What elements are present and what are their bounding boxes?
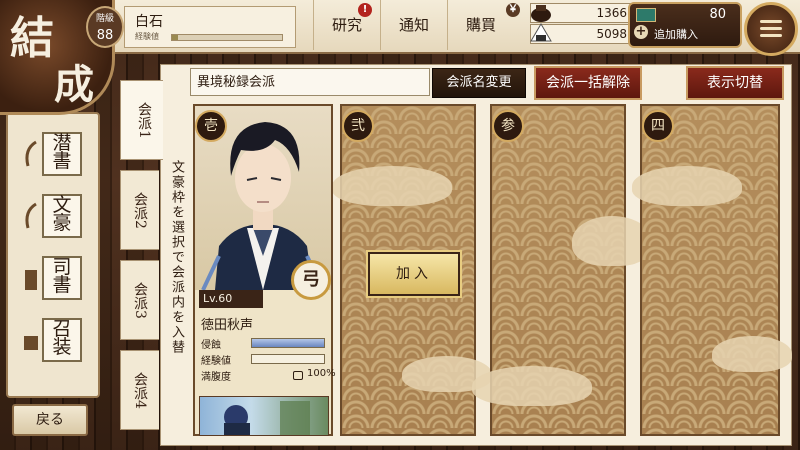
slot-number-4: 四 — [642, 110, 674, 142]
menu-button[interactable] — [744, 2, 798, 56]
back-button[interactable]: 戻る — [12, 404, 88, 436]
shop-label: 購買 — [465, 16, 496, 34]
ink-value: 1366 — [596, 6, 627, 20]
member-slot-4[interactable] — [632, 104, 792, 436]
sidebar-label: 書 — [52, 274, 72, 296]
food-value: 5098 — [596, 27, 627, 41]
xp-label: 経験値 — [135, 32, 159, 41]
quill-icon — [25, 140, 37, 167]
tab-faction-3[interactable]: 会派3 — [120, 260, 159, 340]
member-slot-1[interactable]: 弓 Lv.60 徳田秋声 侵蝕 経験値 満腹度 100% — [193, 104, 336, 436]
title-char-1: 結 — [10, 13, 54, 64]
tab-faction-4[interactable]: 会派4 — [120, 350, 159, 430]
cloud-pattern — [632, 166, 742, 206]
rice-ball-icon — [530, 23, 552, 42]
plus-icon: + — [634, 24, 648, 39]
sidebar-label: 装 — [52, 336, 72, 358]
satiety-label: 満腹度 — [201, 372, 231, 383]
swap-hint: 文豪枠を選択で会派内を入替 — [169, 160, 184, 355]
sidebar-item-sensho[interactable]: 潜書 — [22, 132, 82, 176]
currency-panel[interactable]: 80 + 追加購入 — [628, 2, 742, 48]
player-info: 白石 経験値 — [124, 6, 296, 48]
satiety-value: 100% — [307, 368, 336, 379]
slot-number-3: 参 — [492, 110, 524, 142]
exp-bar — [251, 354, 325, 364]
sidebar-label: 豪 — [52, 212, 72, 234]
currency-value: 80 — [709, 7, 726, 22]
erosion-bar-fill — [252, 339, 324, 347]
disband-all-button[interactable]: 会派一括解除 — [534, 66, 642, 100]
rank-value: 88 — [96, 28, 114, 43]
alert-badge: ! — [358, 3, 372, 17]
cloud-pattern — [332, 166, 452, 206]
side-menu: 潜書 文豪 司書 召装 — [6, 112, 100, 398]
xp-bar — [171, 34, 283, 41]
menu-icon-line — [760, 34, 782, 37]
notification-label: 通知 — [398, 16, 429, 34]
thumbnail-illustration — [224, 401, 310, 435]
book-icon — [24, 336, 38, 350]
rank-badge: 階級 88 — [86, 6, 124, 48]
weapon-bow-badge: 弓 — [291, 260, 331, 300]
cloud-pattern — [712, 336, 792, 372]
faction-name-field: 異境秘録会派 — [190, 68, 430, 96]
sidebar-item-shoso[interactable]: 召装 — [22, 318, 82, 362]
buy-more-label: 追加購入 — [654, 28, 698, 41]
pen-icon — [25, 202, 37, 229]
slot-number-1: 壱 — [195, 110, 227, 142]
erosion-bar — [251, 338, 325, 348]
yen-badge: ￥ — [506, 3, 520, 17]
tab-faction-1[interactable]: 会派1 — [120, 80, 163, 160]
rank-label: 階級 — [95, 14, 114, 24]
menu-icon — [760, 20, 782, 23]
shop-button[interactable]: 購買 ￥ — [447, 0, 520, 50]
tab-faction-2[interactable]: 会派2 — [120, 170, 159, 250]
rename-faction-button[interactable]: 会派名変更 — [432, 68, 526, 98]
cloud-pattern — [472, 366, 592, 406]
player-name: 白石 — [135, 14, 163, 30]
research-button[interactable]: 研究 ! — [313, 0, 380, 50]
sidebar-label: 書 — [52, 150, 72, 172]
character-level: Lv.60 — [199, 290, 263, 308]
sidebar-item-bungo[interactable]: 文豪 — [22, 194, 82, 238]
slot-number-2: 弐 — [342, 110, 374, 142]
gem-icon — [636, 8, 656, 22]
xp-bar-fill — [172, 35, 178, 40]
erosion-label: 侵蝕 — [201, 340, 221, 351]
exp-label: 経験値 — [201, 356, 231, 367]
title-char-2: 成 — [54, 61, 94, 108]
character-thumbnail — [199, 396, 329, 436]
character-name: 徳田秋声 — [201, 318, 254, 333]
toggle-view-button[interactable]: 表示切替 — [686, 66, 784, 100]
research-label: 研究 — [331, 16, 362, 34]
sidebar-item-shisho[interactable]: 司書 — [22, 256, 82, 300]
join-button[interactable]: 加入 — [366, 250, 462, 298]
notification-button[interactable]: 通知 — [380, 0, 447, 50]
member-slot-3[interactable] — [472, 104, 652, 436]
books-icon — [25, 270, 37, 290]
menu-icon-line — [760, 27, 782, 30]
food-resource: 5098 — [530, 23, 636, 44]
lock-icon — [293, 371, 303, 380]
ink-resource: 1366 — [530, 3, 636, 23]
